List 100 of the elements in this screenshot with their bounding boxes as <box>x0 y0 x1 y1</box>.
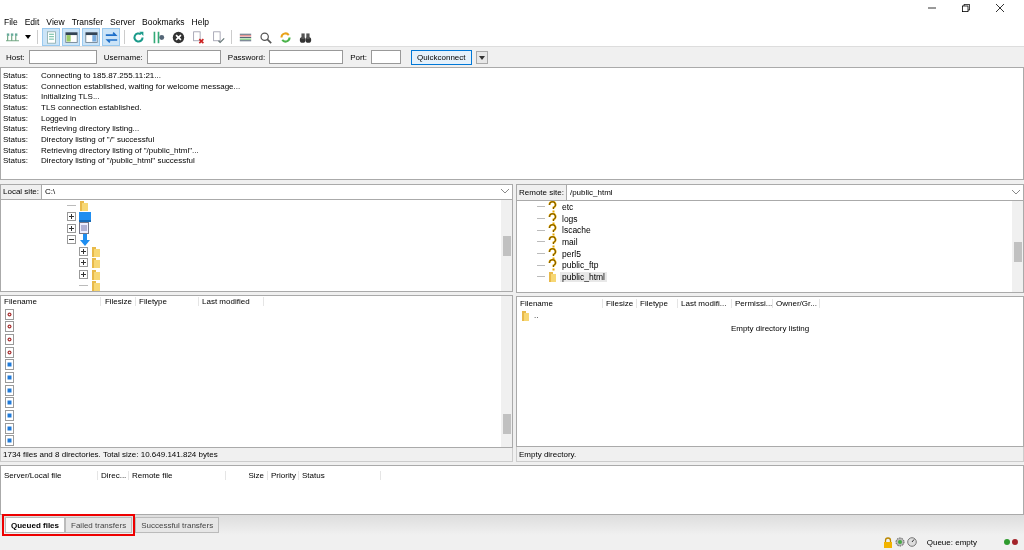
gear-file-icon <box>5 346 14 358</box>
caret-icon[interactable] <box>25 35 31 39</box>
question-mark-icon <box>548 201 557 213</box>
menu-item[interactable]: Help <box>191 16 210 27</box>
scrollbar[interactable] <box>1012 201 1023 292</box>
expand-icon[interactable] <box>67 223 76 233</box>
input-field[interactable] <box>28 50 97 64</box>
field-label: Host: <box>6 52 25 62</box>
field-label: Password: <box>227 52 266 62</box>
maximize-icon[interactable] <box>962 3 970 12</box>
log-type: Status: <box>3 81 29 91</box>
tree-item[interactable]: mail <box>560 236 580 247</box>
file-name[interactable]: .. <box>534 310 539 320</box>
log-message: Logged in <box>41 113 77 123</box>
column-header[interactable]: Last modified <box>199 297 264 307</box>
document-icon <box>5 410 14 421</box>
column-header[interactable]: Server/Local file <box>1 470 98 480</box>
expand-icon[interactable] <box>79 246 88 256</box>
input-field[interactable] <box>146 50 221 64</box>
field-label: Port: <box>350 52 368 62</box>
tree-item[interactable]: etc <box>560 201 576 212</box>
folder-icon <box>91 280 101 291</box>
menu-item[interactable]: Edit <box>24 16 40 27</box>
column-header[interactable]: Filename <box>517 298 603 308</box>
tree-item[interactable]: logs <box>560 213 580 224</box>
log-message: Retrieving directory listing of "/public_html"... <box>41 145 199 155</box>
log-message: Directory listing of "/" successful <box>41 134 155 144</box>
queue-status: Queue: empty <box>926 537 977 547</box>
empty-message: Empty directory listing <box>730 323 810 333</box>
document-icon <box>5 359 14 371</box>
gear-file-icon <box>5 333 14 345</box>
menu-item[interactable]: Bookmarks <box>142 16 185 27</box>
question-mark-icon <box>548 212 557 225</box>
column-header[interactable]: Filetype <box>136 297 199 307</box>
document-icon <box>79 222 89 235</box>
log-message: Retrieving directory listing... <box>41 124 140 134</box>
log-message: Connecting to 185.87.255.11:21... <box>41 70 161 80</box>
monitor-icon <box>79 211 91 222</box>
log-type: Status: <box>3 156 29 166</box>
column-header[interactable]: Last modifi... <box>678 298 732 308</box>
close-icon[interactable] <box>996 3 1004 12</box>
folder-icon <box>91 257 101 269</box>
collapse-icon[interactable] <box>67 235 76 245</box>
expand-icon[interactable] <box>79 258 88 268</box>
input-field[interactable] <box>371 50 402 64</box>
expand-icon[interactable] <box>79 269 88 279</box>
tab[interactable]: Failed transfers <box>65 517 133 533</box>
tree-item[interactable]: public_html <box>560 271 607 282</box>
column-header[interactable]: Owner/Gr... <box>773 298 820 308</box>
column-header[interactable]: Size <box>226 470 268 480</box>
tree-item[interactable]: perl5 <box>560 248 583 259</box>
log-type: Status: <box>3 113 29 123</box>
column-header[interactable]: Status <box>299 470 381 480</box>
question-mark-icon <box>548 235 557 248</box>
document-icon <box>5 397 14 409</box>
question-mark-icon <box>548 247 557 260</box>
dropdown-button[interactable] <box>475 50 488 64</box>
menu-item[interactable]: Server <box>110 16 136 27</box>
input-field[interactable] <box>269 50 344 64</box>
log-type: Status: <box>3 134 29 144</box>
status-text: 1734 files and 8 directories. Total size: 10.649.141.824 bytes <box>0 448 513 462</box>
queue-icon[interactable] <box>102 28 120 46</box>
menu-item[interactable]: View <box>46 16 65 27</box>
column-header[interactable]: Remote file <box>129 470 226 480</box>
document-icon <box>5 371 14 383</box>
folder-icon <box>91 268 101 280</box>
log-message: Initializing TLS... <box>41 92 100 102</box>
tree-item[interactable]: lscache <box>560 225 593 236</box>
tab[interactable]: Queued files <box>5 517 65 533</box>
gear-icon <box>894 537 905 547</box>
log-type: Status: <box>3 145 29 155</box>
folder-icon <box>548 270 557 283</box>
question-mark-icon <box>548 224 557 237</box>
log-message: TLS connection established. <box>41 102 142 112</box>
log-type: Status: <box>3 102 29 112</box>
menu-item[interactable]: File <box>4 16 18 27</box>
tree-item[interactable]: public_ftp <box>560 260 601 271</box>
document-icon <box>5 384 14 396</box>
scrollbar[interactable] <box>501 295 512 448</box>
gear-file-icon <box>5 321 14 333</box>
column-header[interactable]: Permissi... <box>732 298 773 308</box>
expand-icon[interactable] <box>67 212 76 222</box>
column-header[interactable]: Filename <box>1 297 101 307</box>
column-header[interactable]: Filesize <box>603 298 637 308</box>
speed-icon <box>906 537 917 547</box>
log-type: Status: <box>3 70 29 80</box>
document-icon <box>5 422 14 434</box>
menu-item[interactable]: Transfer <box>71 16 103 27</box>
column-header[interactable]: Direc... <box>98 470 129 480</box>
lock-icon <box>882 536 893 548</box>
scrollbar[interactable] <box>501 199 512 291</box>
column-header[interactable]: Priority <box>268 470 299 480</box>
column-header[interactable]: Filesize <box>101 297 136 307</box>
log-type: Status: <box>3 124 29 134</box>
tab[interactable]: Successful transfers <box>135 517 220 533</box>
quickconnect-button[interactable]: Quickconnect <box>411 49 472 65</box>
field-label: Username: <box>103 52 143 62</box>
question-mark-icon <box>548 259 557 272</box>
column-header[interactable]: Filetype <box>637 298 678 308</box>
log-message: Connection established, waiting for welcome message... <box>41 81 241 91</box>
